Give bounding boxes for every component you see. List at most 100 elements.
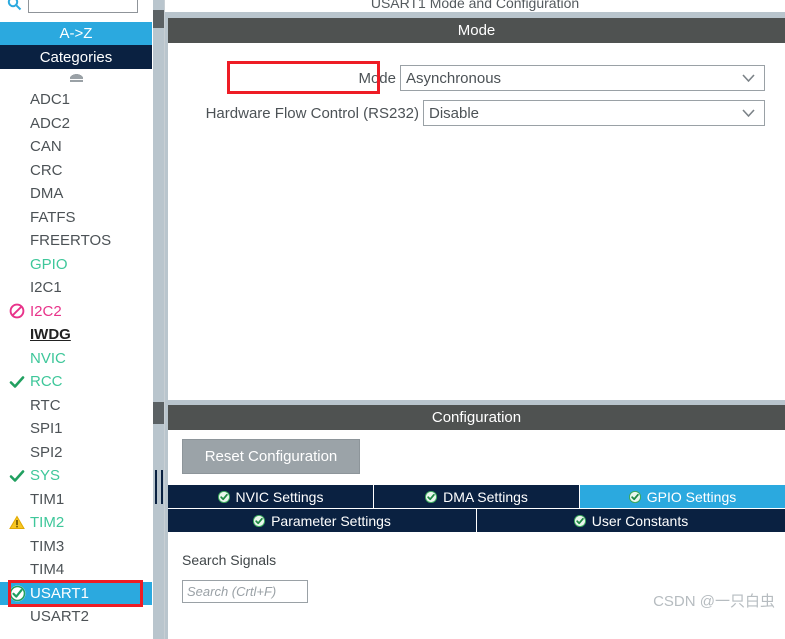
item-icon-placeholder xyxy=(8,326,26,344)
collapse-handle[interactable] xyxy=(0,70,152,86)
search-signals-label: Search Signals xyxy=(182,552,277,568)
mode-field-row: Mode Asynchronous xyxy=(168,65,768,91)
sidebar-item-i2c1[interactable]: I2C1 xyxy=(0,276,152,300)
tab-label: User Constants xyxy=(591,512,689,529)
item-icon-placeholder xyxy=(8,255,26,273)
tab-parameter-settings[interactable]: Parameter Settings xyxy=(168,509,477,533)
item-icon-placeholder xyxy=(8,208,26,226)
tab-status-check-icon xyxy=(573,514,586,527)
sidebar-item-gpio[interactable]: GPIO xyxy=(0,253,152,277)
check-icon xyxy=(8,467,26,485)
sidebar-scrollbar-track[interactable] xyxy=(153,0,164,639)
sidebar-item-label: GPIO xyxy=(30,255,68,273)
sidebar-item-label: TIM1 xyxy=(30,490,65,508)
sidebar-item-label: SPI1 xyxy=(30,420,63,438)
tab-gpio-settings[interactable]: GPIO Settings xyxy=(580,485,785,509)
sidebar-item-label: NVIC xyxy=(30,349,66,367)
item-icon-placeholder xyxy=(8,91,26,109)
search-signals-input[interactable] xyxy=(182,580,308,603)
sidebar-item-label: RCC xyxy=(30,373,63,391)
sidebar-item-freertos[interactable]: FREERTOS xyxy=(0,229,152,253)
sidebar-item-label: TIM4 xyxy=(30,561,65,579)
sidebar-item-dma[interactable]: DMA xyxy=(0,182,152,206)
sidebar-item-rtc[interactable]: RTC xyxy=(0,394,152,418)
item-icon-placeholder xyxy=(8,537,26,555)
tab-label: GPIO Settings xyxy=(646,488,737,505)
tab-label: Parameter Settings xyxy=(271,512,391,529)
check-icon xyxy=(8,373,26,391)
configuration-tab-row-2: Parameter Settings User Constants xyxy=(168,509,785,533)
sidebar-item-label: SPI2 xyxy=(30,443,63,461)
tab-label: NVIC Settings xyxy=(235,488,324,505)
sidebar-item-i2c2[interactable]: I2C2 xyxy=(0,300,152,324)
sidebar-item-adc2[interactable]: ADC2 xyxy=(0,112,152,136)
watermark: CSDN @一只白虫 xyxy=(653,593,775,610)
sidebar-item-spi2[interactable]: SPI2 xyxy=(0,441,152,465)
sidebar-item-sys[interactable]: SYS xyxy=(0,464,152,488)
sidebar-item-usart2[interactable]: USART2 xyxy=(0,605,152,629)
sidebar-item-label: CRC xyxy=(30,161,63,179)
tab-nvic-settings[interactable]: NVIC Settings xyxy=(168,485,374,509)
item-icon-placeholder xyxy=(8,608,26,626)
sidebar-item-tim1[interactable]: TIM1 xyxy=(0,488,152,512)
sidebar-item-label: IWDG xyxy=(30,326,71,344)
ok-circle-icon xyxy=(8,584,26,602)
tab-dma-settings[interactable]: DMA Settings xyxy=(374,485,580,509)
hardware-flow-control-row: Hardware Flow Control (RS232) Disable xyxy=(168,100,768,126)
tab-status-check-icon xyxy=(253,514,266,527)
sidebar-item-label: USART2 xyxy=(30,608,89,626)
sidebar-item-label: TIM3 xyxy=(30,537,65,555)
item-icon-placeholder xyxy=(8,232,26,250)
configuration-panel-header: Configuration xyxy=(168,405,785,430)
sidebar-scrollbar-thumb-top[interactable] xyxy=(153,10,164,28)
sidebar-item-spi1[interactable]: SPI1 xyxy=(0,417,152,441)
tab-status-check-icon xyxy=(217,490,230,503)
item-icon-placeholder xyxy=(8,396,26,414)
sidebar-item-nvic[interactable]: NVIC xyxy=(0,347,152,371)
sidebar-item-label: I2C2 xyxy=(30,302,62,320)
sidebar-item-label: I2C1 xyxy=(30,279,62,297)
cubemx-window: A->Z Categories ADC1 ADC2 CAN CRC DMA FATFS FR… xyxy=(0,0,785,639)
item-icon-placeholder xyxy=(8,420,26,438)
mode-panel-body: Mode Asynchronous Hardware Flow Control … xyxy=(168,43,785,400)
item-icon-placeholder xyxy=(8,349,26,367)
sidebar-splitter-grip[interactable] xyxy=(155,470,163,504)
reset-configuration-button[interactable]: Reset Configuration xyxy=(182,439,360,474)
peripheral-tree: ADC1 ADC2 CAN CRC DMA FATFS FREERTOS GPIO I2C1 I2… xyxy=(0,88,152,639)
mode-select-value: Asynchronous xyxy=(406,69,502,87)
sidebar-item-can[interactable]: CAN xyxy=(0,135,152,159)
item-icon-placeholder xyxy=(8,161,26,179)
sidebar-item-usart1[interactable]: USART1 xyxy=(0,581,152,605)
sidebar-item-label: ADC1 xyxy=(30,91,71,109)
mode-select[interactable]: Asynchronous xyxy=(400,65,765,91)
tab-user-constants[interactable]: User Constants xyxy=(477,509,785,533)
hardware-flow-control-label: Hardware Flow Control (RS232) xyxy=(205,104,419,122)
configuration-panel: Configuration Reset Configuration NVIC S… xyxy=(168,405,785,639)
sort-az-button[interactable]: A->Z xyxy=(0,22,152,45)
sidebar-item-label: RTC xyxy=(30,396,61,414)
sidebar-item-label: CAN xyxy=(30,138,62,156)
sidebar-item-rcc[interactable]: RCC xyxy=(0,370,152,394)
categories-button[interactable]: Categories xyxy=(0,45,152,69)
sidebar-item-adc1[interactable]: ADC1 xyxy=(0,88,152,112)
sidebar-item-crc[interactable]: CRC xyxy=(0,159,152,183)
sidebar-search-input[interactable] xyxy=(28,0,138,13)
sidebar-item-fatfs[interactable]: FATFS xyxy=(0,206,152,230)
sidebar-item-iwdg[interactable]: IWDG xyxy=(0,323,152,347)
item-icon-placeholder xyxy=(8,561,26,579)
sidebar-scrollbar-thumb[interactable] xyxy=(153,402,164,424)
configuration-tab-row-1: NVIC Settings DMA Settings GPIO Settings xyxy=(168,485,785,509)
ban-icon xyxy=(8,302,26,320)
sidebar-item-tim4[interactable]: TIM4 xyxy=(0,558,152,582)
tab-status-check-icon xyxy=(628,490,641,503)
search-icon[interactable] xyxy=(0,0,28,14)
page-title: USART1 Mode and Configuration xyxy=(165,0,785,12)
configuration-panel-body: Reset Configuration NVIC Settings DMA Set… xyxy=(168,430,785,639)
hardware-flow-control-select[interactable]: Disable xyxy=(423,100,765,126)
item-icon-placeholder xyxy=(8,185,26,203)
sidebar-item-tim3[interactable]: TIM3 xyxy=(0,535,152,559)
sidebar-item-tim2[interactable]: TIM2 xyxy=(0,511,152,535)
peripheral-sidebar: A->Z Categories ADC1 ADC2 CAN CRC DMA FATFS FR… xyxy=(0,0,165,639)
chevron-down-icon xyxy=(742,70,755,87)
sidebar-item-label: DMA xyxy=(30,185,64,203)
